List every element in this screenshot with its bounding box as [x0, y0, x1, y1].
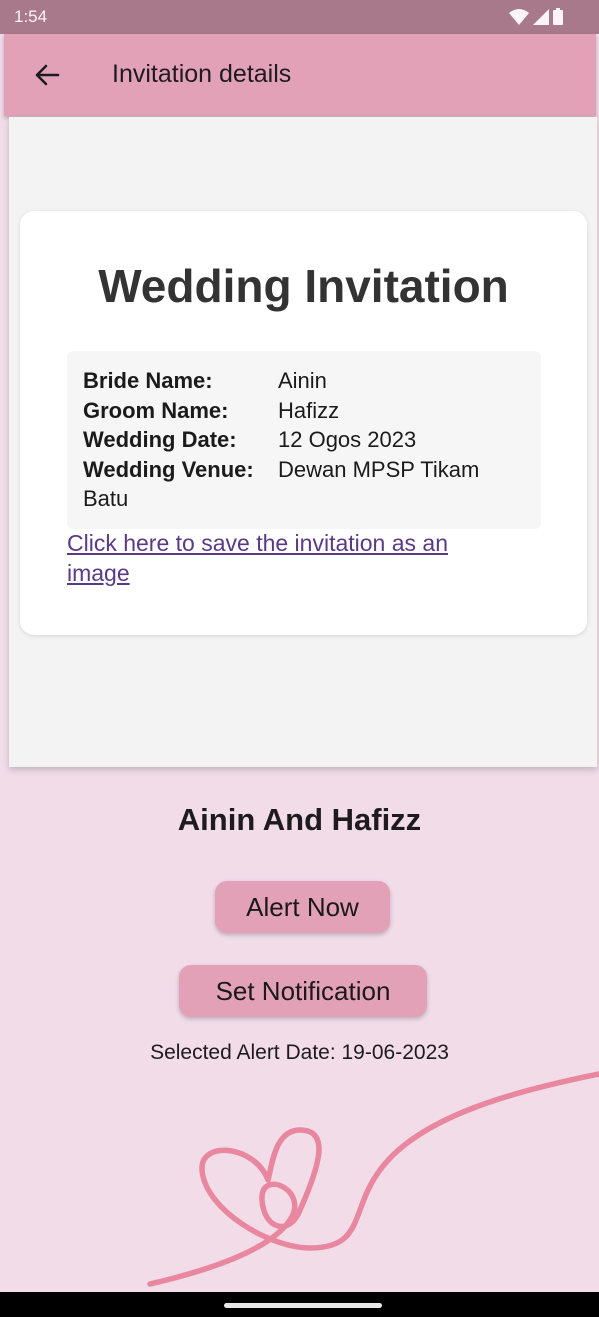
battery-icon: [553, 8, 563, 25]
date-row: Wedding Date: 12 Ogos 2023: [83, 425, 533, 455]
app-bar: Invitation details: [4, 34, 596, 116]
bride-row: Bride Name: Ainin: [83, 366, 533, 396]
alert-now-button[interactable]: Alert Now: [215, 881, 390, 933]
bride-label: Bride Name:: [83, 368, 213, 393]
date-value: 12 Ogos 2023: [278, 427, 417, 452]
bride-value: Ainin: [278, 368, 327, 393]
selected-alert-date: Selected Alert Date: 19-06-2023: [150, 1041, 449, 1064]
back-button[interactable]: [28, 56, 66, 94]
date-label: Wedding Date:: [83, 427, 237, 452]
heart-line-path: [147, 1071, 599, 1287]
groom-label: Groom Name:: [83, 397, 229, 423]
groom-row: Groom Name: Hafizz: [83, 396, 533, 426]
set-notification-button[interactable]: Set Notification: [179, 965, 427, 1017]
arrow-left-icon: [35, 64, 60, 86]
invitation-heading: Wedding Invitation: [98, 260, 509, 312]
page-title: Invitation details: [112, 60, 292, 88]
couple-title: Ainin And Hafizz: [177, 802, 422, 837]
home-gesture-handle[interactable]: [224, 1303, 382, 1308]
venue-label: Wedding Venue:: [83, 456, 254, 482]
invitation-preview: Wedding Invitation Bride Name: Ainin Gro…: [9, 117, 597, 767]
invitation-details-box: Bride Name: Ainin Groom Name: Hafizz Wed…: [67, 351, 541, 529]
heart-line-decoration: [147, 1071, 599, 1287]
save-invitation-link[interactable]: Click here to save the invitation as an …: [67, 529, 507, 588]
navigation-bar: [0, 1292, 599, 1317]
signal-icon: [533, 8, 549, 25]
status-bar: 1:54: [0, 0, 599, 34]
venue-value: Dewan MPSP Tikam: [278, 456, 480, 482]
venue-value-continued: Batu: [83, 486, 129, 511]
invitation-card: Wedding Invitation Bride Name: Ainin Gro…: [20, 211, 587, 635]
status-time: 1:54: [14, 7, 48, 26]
groom-value: Hafizz: [278, 397, 340, 423]
venue-row: Wedding Venue: Dewan MPSP Tikam: [83, 455, 533, 485]
status-icons: [509, 8, 563, 25]
wifi-icon: [509, 8, 529, 25]
